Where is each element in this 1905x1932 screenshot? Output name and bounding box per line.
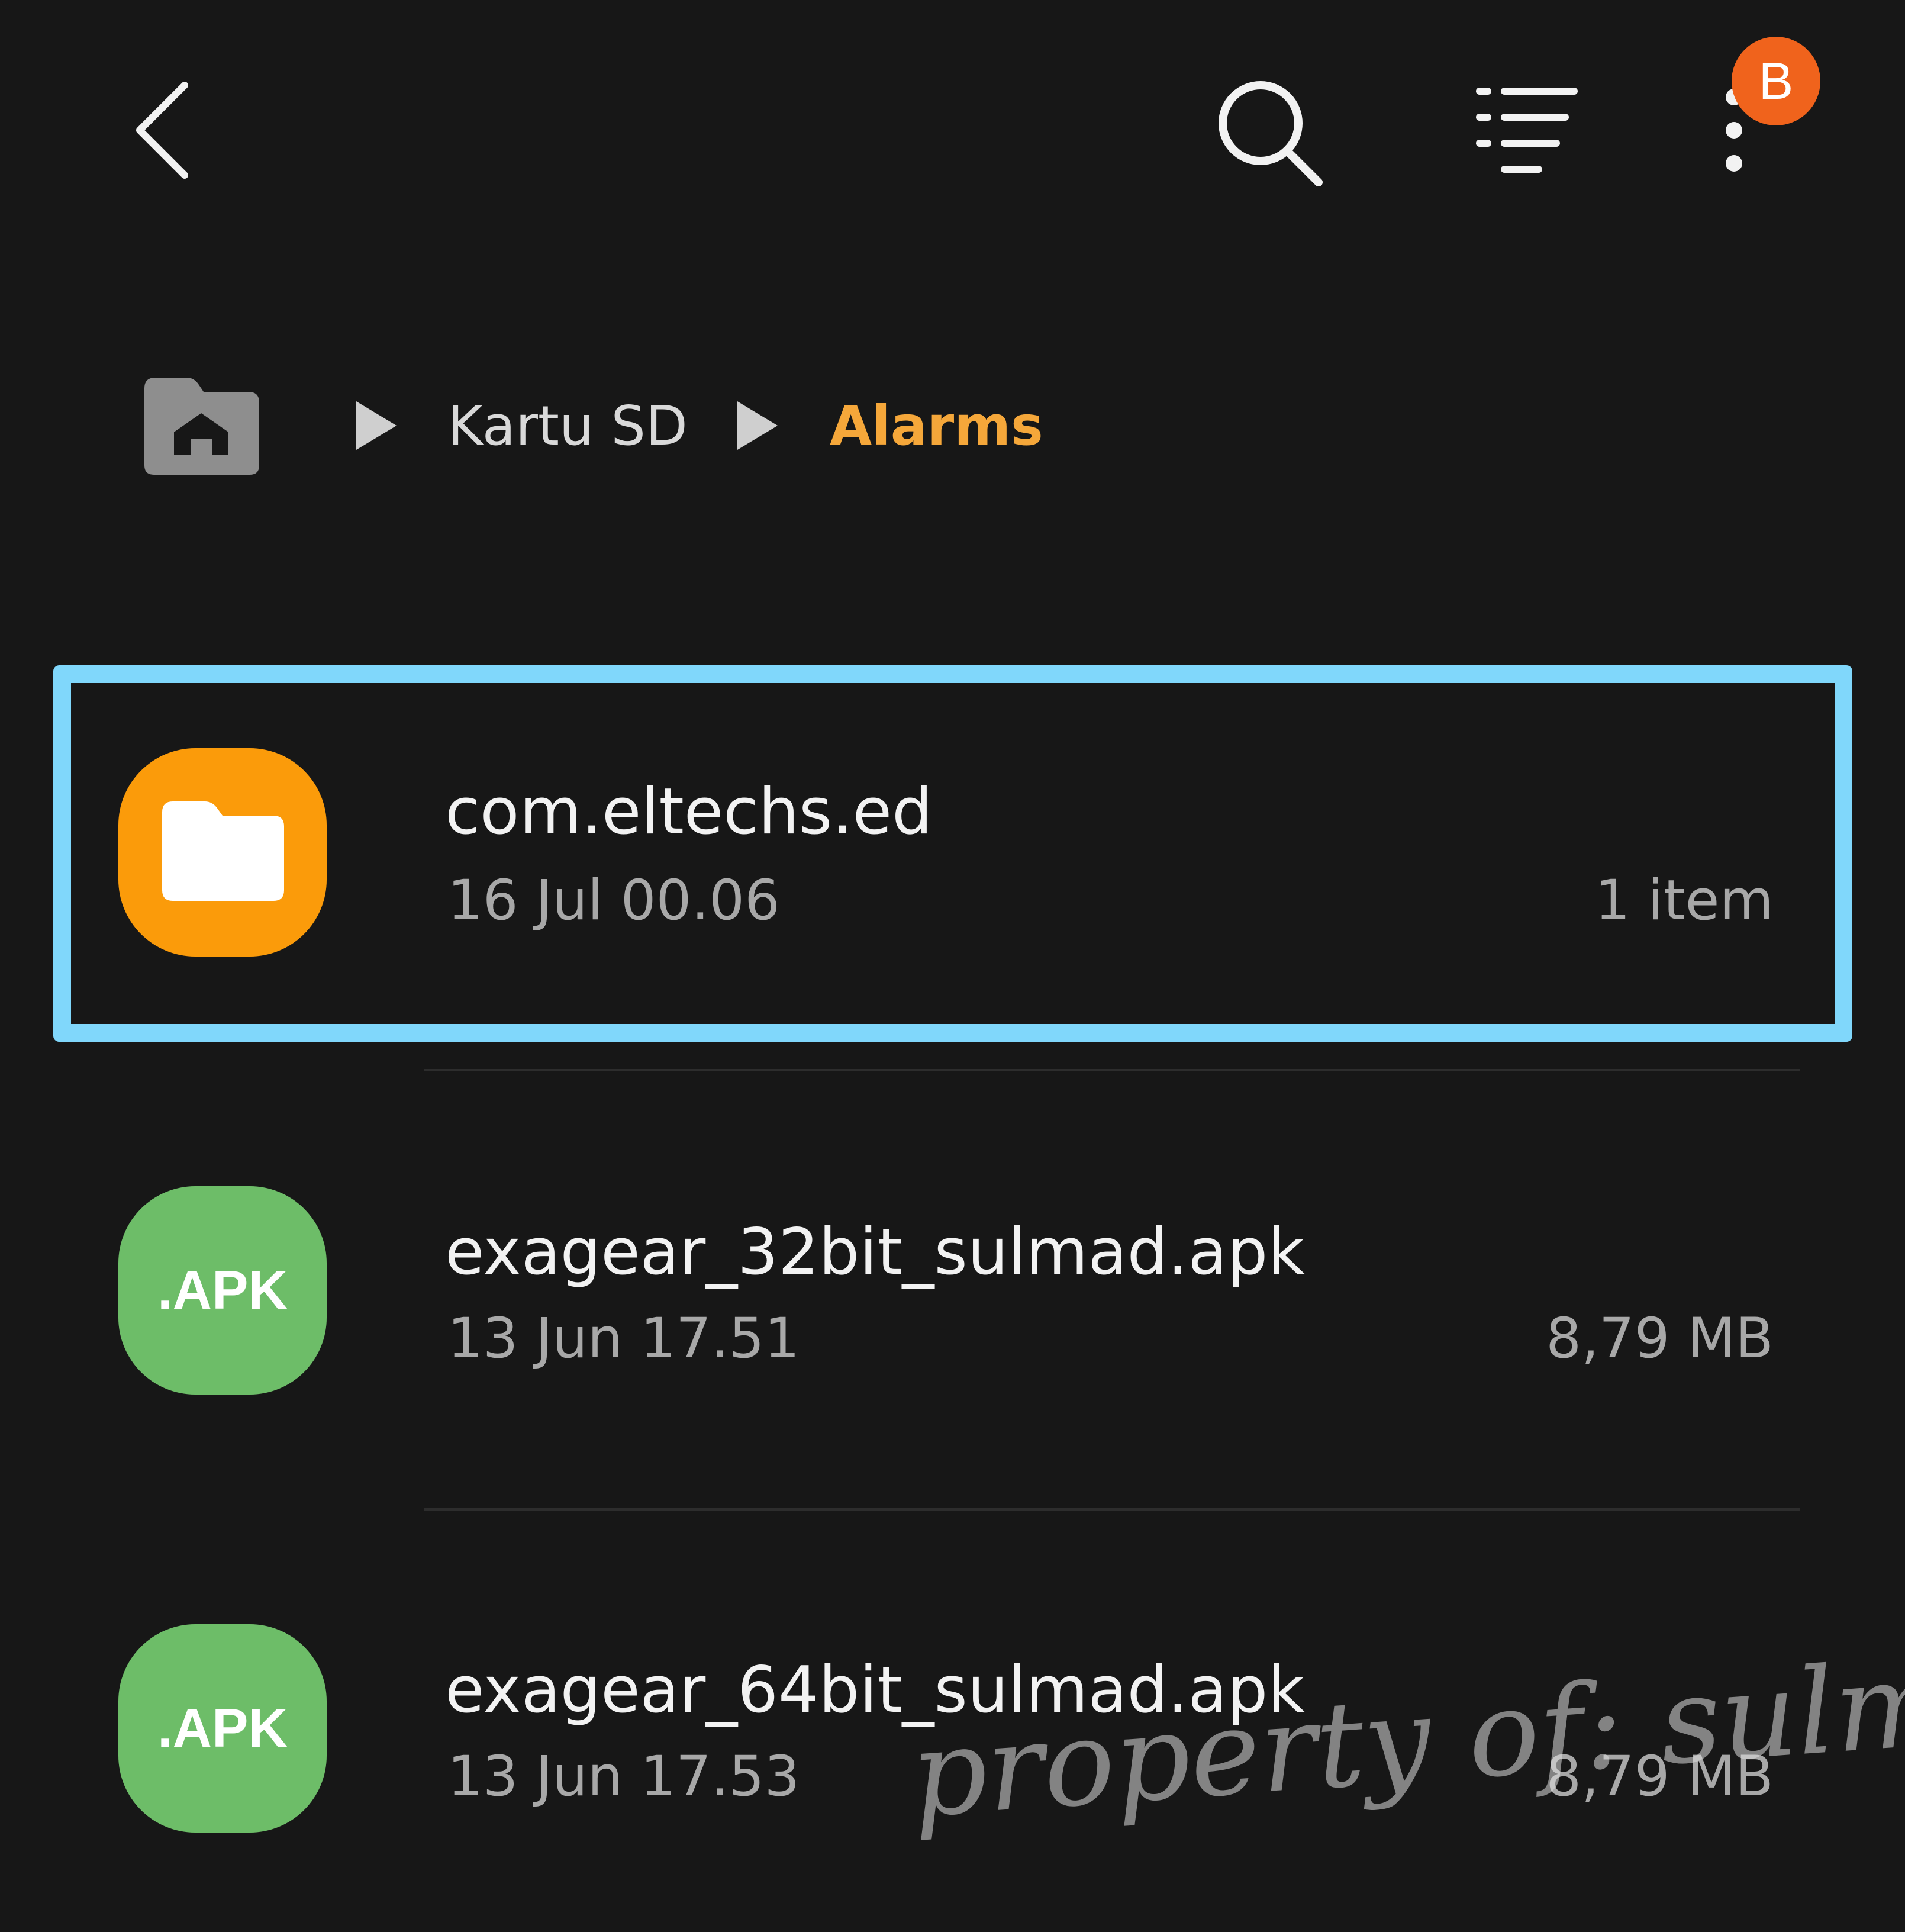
breadcrumb-item-kartu-sd[interactable]: Kartu SD bbox=[447, 391, 688, 462]
list-divider bbox=[424, 1069, 1800, 1071]
chevron-left-icon bbox=[136, 82, 188, 179]
file-date: 13 Jun 17.53 bbox=[447, 1744, 800, 1809]
apk-file-icon: .APK bbox=[118, 1624, 327, 1833]
apk-file-icon: .APK bbox=[118, 1186, 327, 1395]
list-divider bbox=[424, 1508, 1800, 1511]
breadcrumb-home-button[interactable] bbox=[138, 372, 264, 478]
file-date: 16 Jul 00.06 bbox=[447, 868, 780, 933]
file-size: 8,79 MB bbox=[1546, 1306, 1774, 1371]
file-item-count: 1 item bbox=[1594, 868, 1774, 933]
top-app-bar bbox=[0, 0, 1905, 260]
sort-button[interactable] bbox=[1468, 77, 1586, 183]
home-folder-icon bbox=[144, 378, 259, 475]
sort-lines-icon bbox=[1476, 88, 1578, 173]
back-button[interactable] bbox=[118, 71, 213, 189]
file-date: 13 Jun 17.51 bbox=[447, 1306, 800, 1371]
breadcrumb-separator-icon bbox=[734, 399, 781, 452]
breadcrumb-separator-icon bbox=[353, 399, 400, 452]
file-name: exagear_32bit_sulmad.apk bbox=[445, 1215, 1305, 1289]
breadcrumb-item-alarms[interactable]: Alarms bbox=[830, 391, 1043, 462]
apk-icon-label: .APK bbox=[157, 1260, 288, 1321]
apk-icon-label: .APK bbox=[157, 1698, 288, 1759]
search-button[interactable] bbox=[1207, 71, 1326, 189]
notification-badge: B bbox=[1732, 37, 1820, 125]
folder-icon bbox=[118, 748, 327, 957]
search-icon bbox=[1219, 81, 1323, 186]
file-name: com.eltechs.ed bbox=[445, 775, 933, 849]
